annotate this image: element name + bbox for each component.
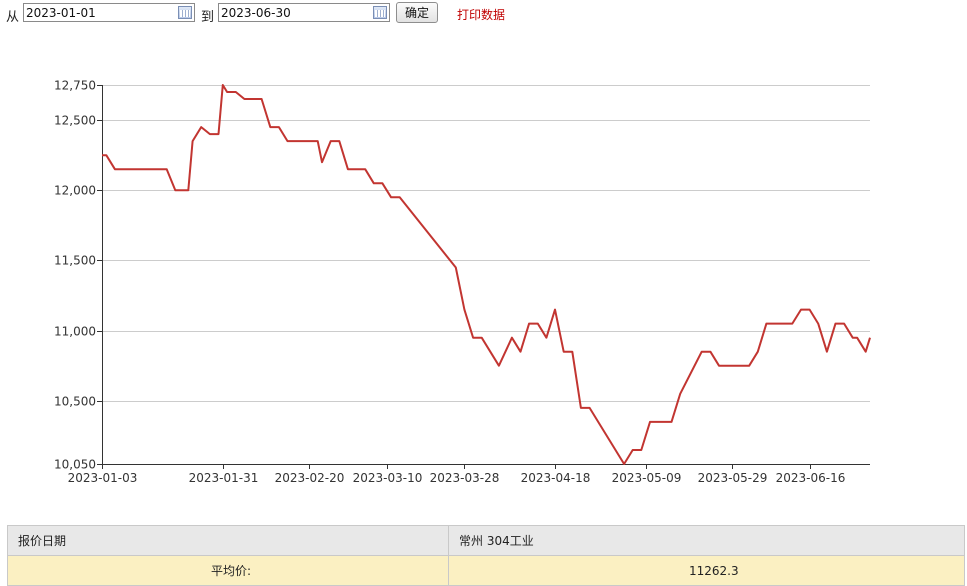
price-column-header: 常州 304工业 [448, 525, 965, 556]
x-tick-label: 2023-05-29 [698, 471, 768, 485]
x-tick-label: 2023-01-31 [189, 471, 259, 485]
chart-grid [102, 85, 870, 402]
y-tick-label: 11,500 [54, 254, 96, 268]
x-tick-label: 2023-03-10 [353, 471, 423, 485]
x-tick-label: 2023-01-03 [68, 471, 138, 485]
table-header-row: 报价日期 常州 304工业 [7, 525, 965, 556]
y-tick-label: 12,000 [54, 184, 96, 198]
x-tick-label: 2023-05-09 [612, 471, 682, 485]
y-tick-label: 12,750 [54, 79, 96, 93]
y-tick-label: 11,000 [54, 325, 96, 339]
average-label: 平均价: [7, 555, 449, 586]
price-table: 报价日期 常州 304工业 平均价: 11262.3 [7, 525, 965, 586]
x-tick-label: 2023-06-16 [776, 471, 846, 485]
date-column-header: 报价日期 [7, 525, 449, 556]
x-tick-label: 2023-03-28 [430, 471, 500, 485]
series-line [102, 84, 871, 465]
chart-series [102, 84, 871, 465]
average-row: 平均价: 11262.3 [7, 555, 965, 586]
y-axis-ticks: 10,050 10,500 11,000 11,500 12,000 12,500 12,7… [54, 79, 102, 472]
x-tick-label: 2023-02-20 [275, 471, 345, 485]
price-line-chart: 10,050 10,500 11,000 11,500 12,000 12,500 12,7… [54, 79, 871, 485]
x-tick-label: 2023-04-18 [521, 471, 591, 485]
x-axis: 2023-01-03 2023-01-31 2023-02-20 2023-03-10… [68, 85, 870, 485]
y-tick-label: 10,050 [54, 458, 96, 472]
average-value: 11262.3 [448, 555, 965, 586]
y-tick-label: 10,500 [54, 395, 96, 409]
y-tick-label: 12,500 [54, 114, 96, 128]
